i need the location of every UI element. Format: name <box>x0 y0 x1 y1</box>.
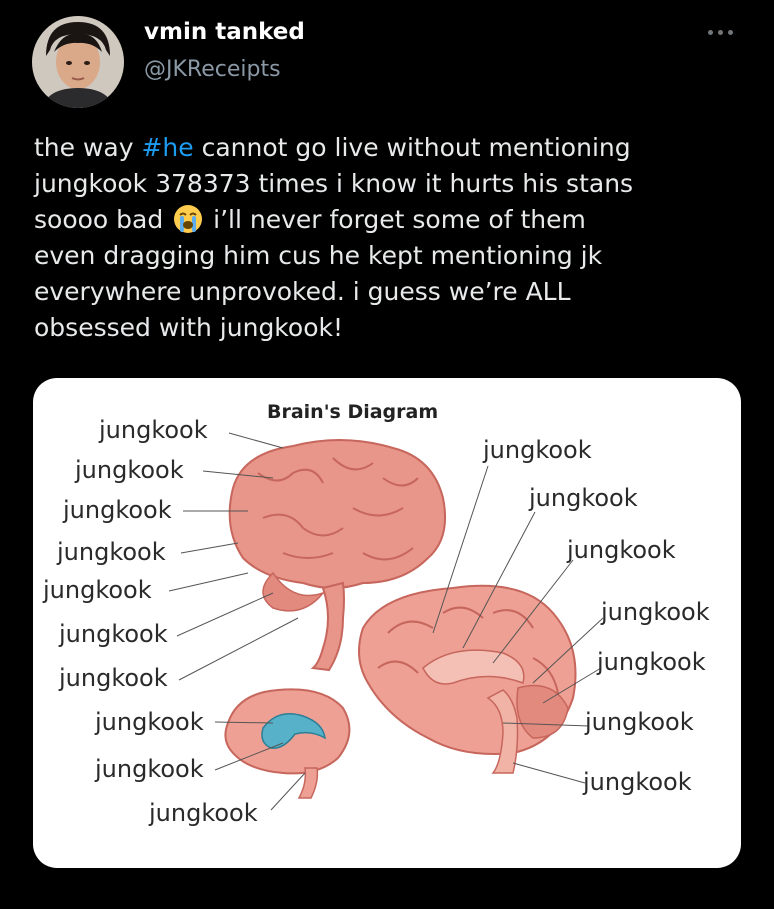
tweet-line: obsessed with jungkook! <box>34 313 343 342</box>
label-right: jungkook <box>596 648 706 676</box>
tweet-line: even dragging him cus he kept mentioning… <box>34 241 603 270</box>
brain-diagram: Brain's Diagram jungkook jungkook jungko… <box>42 401 710 827</box>
more-options-icon[interactable] <box>700 22 740 42</box>
label-bottom: jungkook <box>94 708 204 736</box>
label-right: jungkook <box>582 768 692 796</box>
brain-sagittal-illustration <box>358 584 577 774</box>
avatar-image <box>32 16 124 108</box>
label-right: jungkook <box>482 436 592 464</box>
label-right: jungkook <box>600 598 710 626</box>
label-left: jungkook <box>74 456 184 484</box>
tweet-line: jungkook 378373 times i know it hurts hi… <box>34 169 634 198</box>
label-right: jungkook <box>528 484 638 512</box>
avatar[interactable] <box>32 16 124 108</box>
user-handle[interactable]: @JKReceipts <box>144 56 281 84</box>
label-bottom: jungkook <box>94 755 204 783</box>
tweet-line: soooo bad i’ll never forget some of them <box>34 205 586 234</box>
diagram-title: Brain's Diagram <box>267 401 438 423</box>
label-left: jungkook <box>62 496 172 524</box>
label-left: jungkook <box>42 576 152 604</box>
tweet-text: the way #he cannot go live without menti… <box>34 130 746 346</box>
label-left: jungkook <box>56 538 166 566</box>
label-left: jungkook <box>98 416 208 444</box>
tweet: vmin tanked @JKReceipts the way #he cann… <box>0 0 774 909</box>
label-right: jungkook <box>566 536 676 564</box>
label-right: jungkook <box>584 708 694 736</box>
tweet-line: the way #he cannot go live without menti… <box>34 133 631 162</box>
loudly-crying-face-icon <box>174 205 203 233</box>
display-name[interactable]: vmin tanked <box>144 18 305 46</box>
brain-ventricles-illustration <box>224 688 351 799</box>
label-left: jungkook <box>58 664 168 692</box>
media-image[interactable]: Brain's Diagram jungkook jungkook jungko… <box>33 378 741 868</box>
hashtag-link[interactable]: #he <box>141 133 193 162</box>
label-bottom: jungkook <box>148 799 258 827</box>
tweet-line: everywhere unprovoked. i guess we’re ALL <box>34 277 571 306</box>
label-left: jungkook <box>58 620 168 648</box>
